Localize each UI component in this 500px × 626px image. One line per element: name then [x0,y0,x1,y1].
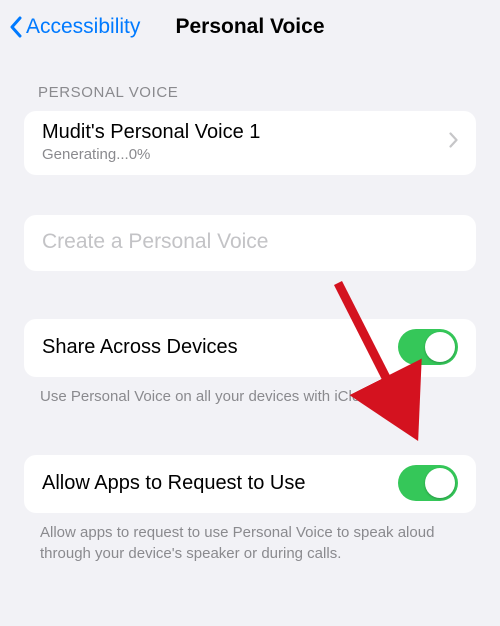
create-voice-group: Create a Personal Voice [24,215,476,271]
create-voice-button[interactable]: Create a Personal Voice [24,215,476,271]
personal-voice-item[interactable]: Mudit's Personal Voice 1 Generating...0% [24,111,476,175]
create-voice-label: Create a Personal Voice [42,230,458,254]
allow-footer: Allow apps to request to use Personal Vo… [0,513,500,564]
share-across-devices-toggle[interactable] [398,329,458,365]
voice-title: Mudit's Personal Voice 1 [42,121,449,144]
share-label: Share Across Devices [42,336,398,359]
share-group: Share Across Devices [24,319,476,377]
page-title: Personal Voice [175,15,324,39]
chevron-right-icon [449,132,458,153]
toggle-knob-icon [425,468,455,498]
voice-subtitle: Generating...0% [42,146,449,163]
toggle-knob-icon [425,332,455,362]
allow-label: Allow Apps to Request to Use [42,472,398,495]
share-footer: Use Personal Voice on all your devices w… [0,377,500,407]
allow-apps-row: Allow Apps to Request to Use [24,455,476,513]
allow-apps-toggle[interactable] [398,465,458,501]
back-button[interactable]: Accessibility [8,15,140,39]
back-label: Accessibility [26,15,140,39]
share-across-devices-row: Share Across Devices [24,319,476,377]
section-header-voices: PERSONAL VOICE [0,54,500,111]
allow-group: Allow Apps to Request to Use [24,455,476,513]
voices-group: Mudit's Personal Voice 1 Generating...0% [24,111,476,175]
chevron-left-icon [8,16,22,38]
nav-bar: Accessibility Personal Voice [0,0,500,54]
